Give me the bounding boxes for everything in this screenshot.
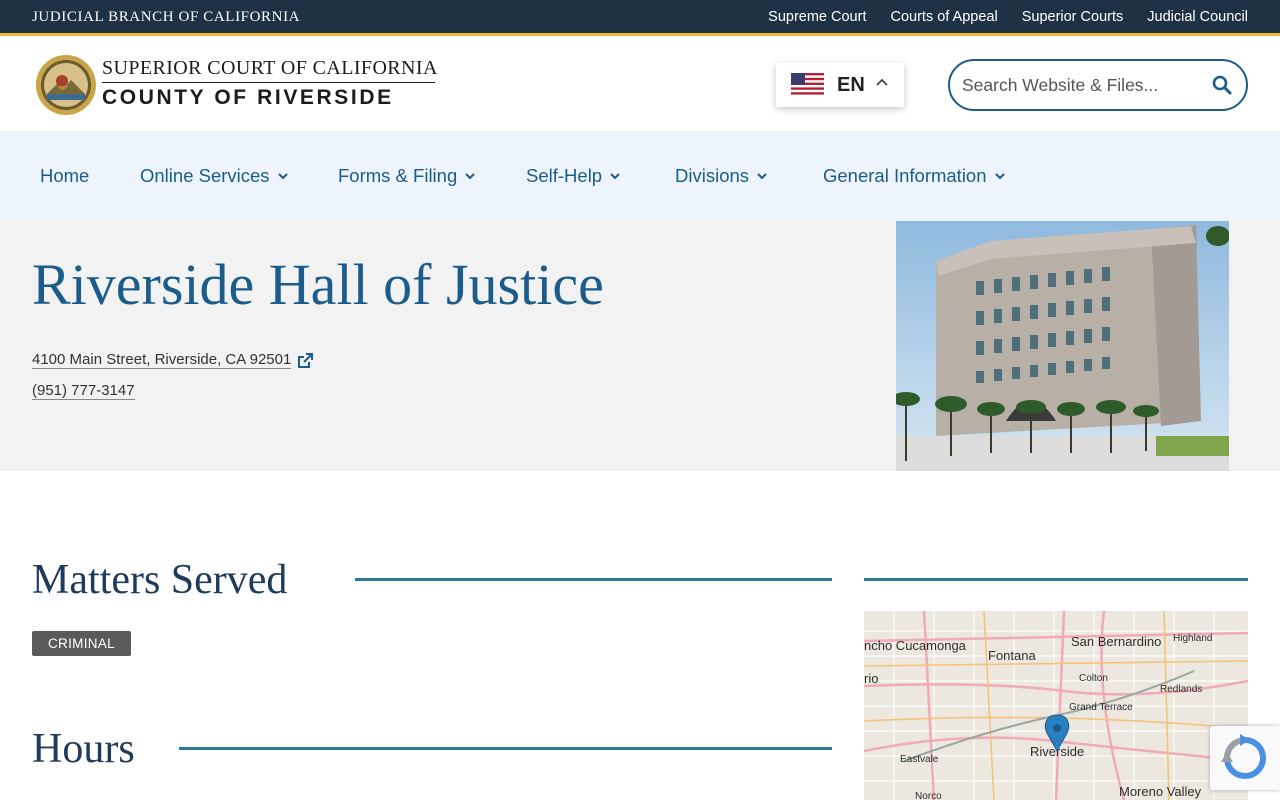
supreme-court-link[interactable]: Supreme Court [768, 9, 866, 25]
phone-link[interactable]: (951) 777-3147 [32, 382, 135, 400]
court-name-line1: SUPERIOR COURT OF CALIFORNIA [102, 57, 437, 83]
main-navigation: Home Online Services Forms & Filing Self… [0, 131, 1280, 221]
courts-of-appeal-link[interactable]: Courts of Appeal [890, 9, 997, 25]
search-input[interactable] [962, 72, 1202, 98]
location-map[interactable]: ncho Cucamonga Fontana San Bernardino Hi… [864, 611, 1248, 800]
address-row: 4100 Main Street, Riverside, CA 92501 [32, 351, 314, 369]
nav-general-information-label: General Information [823, 165, 987, 186]
nav-online-services-label: Online Services [140, 165, 270, 186]
location-hero: Riverside Hall of Justice 4100 Main Stre… [0, 221, 1280, 471]
map-label-moreno-valley: Moreno Valley [1119, 784, 1202, 799]
judicial-links: Supreme Court Courts of Appeal Superior … [768, 9, 1248, 25]
map-label-norco: Norco [915, 791, 942, 800]
chevron-down-icon [610, 173, 620, 180]
map-label-san-bernardino: San Bernardino [1071, 634, 1161, 649]
external-link-icon[interactable] [297, 352, 314, 369]
map-label-highland: Highland [1173, 633, 1212, 644]
nav-divisions-label: Divisions [675, 165, 750, 186]
courthouse-photo [896, 221, 1229, 471]
map-label-grand-terrace: Grand Terrace [1069, 702, 1133, 713]
judicial-branch-label: JUDICIAL BRANCH OF CALIFORNIA [32, 9, 301, 25]
recaptcha-badge[interactable] [1210, 726, 1280, 790]
recaptcha-icon [1221, 734, 1266, 779]
nav-online-services[interactable]: Online Services [140, 165, 290, 187]
chevron-down-icon [994, 173, 1005, 180]
sidebar-divider [864, 578, 1248, 581]
court-wordmark[interactable]: SUPERIOR COURT OF CALIFORNIA COUNTY OF R… [102, 57, 437, 110]
us-flag-icon [791, 73, 824, 97]
matters-served-divider [355, 578, 832, 581]
language-selector[interactable]: EN [776, 63, 904, 107]
hours-divider [179, 747, 832, 750]
site-header: SUPERIOR COURT OF CALIFORNIA COUNTY OF R… [0, 39, 1280, 131]
site-search [948, 59, 1248, 111]
page-title: Riverside Hall of Justice [32, 252, 604, 317]
superior-courts-link[interactable]: Superior Courts [1022, 9, 1124, 25]
california-seal-icon[interactable] [35, 54, 97, 116]
nav-forms-filing[interactable]: Forms & Filing [338, 165, 477, 187]
search-icon[interactable] [1212, 75, 1232, 95]
nav-home[interactable]: Home [40, 165, 89, 187]
map-label-ontario: rio [864, 671, 878, 686]
nav-home-label: Home [40, 165, 90, 186]
map-label-fontana: Fontana [988, 648, 1036, 663]
address-link[interactable]: 4100 Main Street, Riverside, CA 92501 [32, 351, 292, 369]
nav-forms-filing-label: Forms & Filing [338, 165, 458, 186]
map-label-eastvale: Eastvale [900, 754, 939, 765]
nav-self-help[interactable]: Self-Help [526, 165, 622, 187]
judicial-branch-bar: JUDICIAL BRANCH OF CALIFORNIA Supreme Co… [0, 0, 1280, 36]
hours-heading: Hours [32, 726, 135, 772]
language-code: EN [837, 74, 865, 96]
chevron-down-icon [465, 173, 475, 180]
nav-divisions[interactable]: Divisions [675, 165, 769, 187]
map-label-colton: Colton [1079, 673, 1108, 684]
chevron-up-icon [876, 78, 888, 86]
court-name-line2: COUNTY OF RIVERSIDE [102, 86, 394, 109]
chevron-down-icon [757, 173, 767, 180]
matter-badge-criminal: CRIMINAL [32, 631, 131, 656]
map-label-rancho-cucamonga: ncho Cucamonga [864, 638, 967, 653]
judicial-council-link[interactable]: Judicial Council [1147, 9, 1248, 25]
chevron-down-icon [277, 173, 288, 180]
nav-self-help-label: Self-Help [526, 165, 603, 186]
map-label-redlands: Redlands [1160, 684, 1202, 695]
nav-general-information[interactable]: General Information [823, 165, 1007, 187]
phone-row: (951) 777-3147 [32, 382, 135, 400]
matters-served-heading: Matters Served [32, 557, 288, 603]
